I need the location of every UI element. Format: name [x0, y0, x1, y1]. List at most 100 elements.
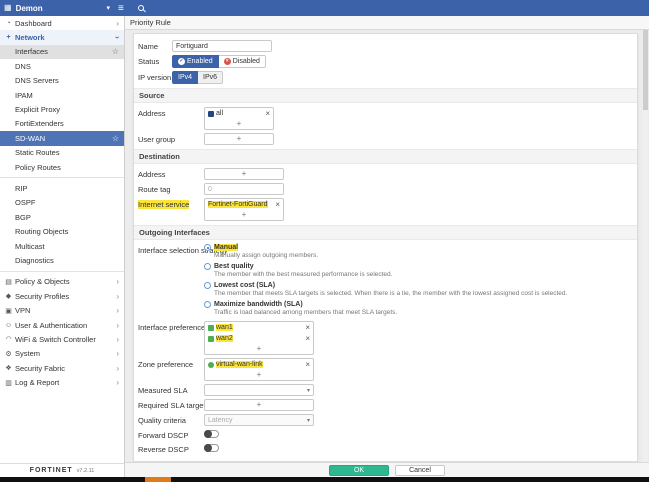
sidebar-item-dns[interactable]: DNS	[0, 59, 124, 73]
ok-button[interactable]: OK	[329, 464, 389, 476]
ipv4-button[interactable]: IPv4	[172, 71, 199, 84]
remove-entry-icon[interactable]: ×	[305, 334, 310, 343]
chevron-right-icon: ›	[116, 320, 119, 330]
destination-address-label: Address	[138, 170, 166, 179]
sidebar-item-routing-objects[interactable]: Routing Objects	[0, 224, 124, 238]
security-fabric-icon: ❖	[5, 365, 12, 373]
required-sla-box: +	[204, 399, 314, 411]
chevron-right-icon: ›	[116, 291, 119, 301]
chevron-down-icon: ▾	[306, 417, 310, 424]
scrollbar[interactable]	[643, 30, 648, 462]
radio-best-quality[interactable]	[204, 263, 211, 270]
internet-service-box: Fortinet-FortiGuard × +	[204, 198, 284, 221]
user-group-box: +	[204, 133, 274, 145]
sidebar-item-diagnostics[interactable]: Diagnostics	[0, 253, 124, 267]
interface-icon	[208, 335, 214, 342]
wifi-icon: ◠	[5, 336, 12, 344]
strategy-maximize-bandwidth: Maximize bandwidth (SLA) Traffic is load…	[204, 301, 567, 317]
ipv6-button[interactable]: IPv6	[198, 71, 224, 84]
favorite-star-icon[interactable]: ☆	[112, 47, 119, 56]
source-address-label: Address	[138, 109, 166, 118]
sidebar-divider	[0, 177, 124, 179]
taskbar-accent	[145, 477, 171, 482]
sidebar-item-ospf[interactable]: OSPF	[0, 196, 124, 210]
chevron-right-icon: ›	[116, 378, 119, 388]
add-source-address-button[interactable]: +	[205, 119, 273, 129]
add-internet-service-button[interactable]: +	[205, 210, 283, 220]
cancel-button[interactable]: Cancel	[395, 464, 445, 476]
scrollbar-thumb[interactable]	[643, 30, 648, 110]
measured-sla-select[interactable]: ▾	[204, 384, 314, 396]
sidebar-item-security-profiles[interactable]: ◆ Security Profiles ›	[0, 289, 124, 303]
quality-criteria-label: Quality criteria	[138, 416, 186, 425]
sidebar-item-vpn[interactable]: ▣ VPN ›	[0, 303, 124, 317]
sidebar-item-static-routes[interactable]: Static Routes	[0, 146, 124, 160]
sidebar-item-network[interactable]: + Network ›	[0, 30, 124, 45]
status-disabled-button[interactable]: × Disabled	[218, 55, 266, 68]
sidebar-item-user-authentication[interactable]: ☺ User & Authentication ›	[0, 318, 124, 332]
address-object-icon	[208, 110, 214, 117]
chevron-right-icon: ›	[116, 277, 119, 287]
remove-entry-icon[interactable]: ×	[265, 109, 270, 118]
sidebar-item-explicit-proxy[interactable]: Explicit Proxy	[0, 102, 124, 116]
interface-icon	[208, 324, 214, 331]
sidebar-item-policy-objects[interactable]: ▤ Policy & Objects ›	[0, 275, 124, 289]
strategy-lowest-cost: Lowest cost (SLA) The member that meets …	[204, 282, 567, 298]
sidebar-item-bgp[interactable]: BGP	[0, 210, 124, 224]
route-tag-input[interactable]	[204, 183, 284, 195]
user-icon: ☺	[4, 321, 13, 329]
remove-entry-icon[interactable]: ×	[305, 360, 310, 369]
sidebar-item-multicast[interactable]: Multicast	[0, 239, 124, 253]
radio-maximize-bandwidth[interactable]	[204, 301, 211, 308]
reverse-dscp-label: Reverse DSCP	[138, 445, 189, 454]
taskbar	[0, 477, 649, 482]
zone-entry[interactable]: virtual-wan-link ×	[205, 359, 313, 370]
sidebar-item-dns-servers[interactable]: DNS Servers	[0, 74, 124, 88]
sidebar-item-fortiextenders[interactable]: FortiExtenders	[0, 117, 124, 131]
sidebar-item-interfaces[interactable]: Interfaces ☆	[0, 44, 124, 60]
remove-entry-icon[interactable]: ×	[275, 200, 280, 209]
remove-entry-icon[interactable]: ×	[305, 323, 310, 332]
chevron-down-icon: ▾	[106, 5, 110, 12]
source-address-box: all × +	[204, 107, 274, 130]
interface-entry-wan2[interactable]: wan2 ×	[205, 333, 313, 344]
ip-version-label: IP version	[138, 73, 172, 82]
strategy-best-quality: Best quality The member with the best me…	[204, 263, 567, 279]
add-zone-button[interactable]: +	[205, 370, 313, 380]
sidebar-item-rip[interactable]: RIP	[0, 181, 124, 195]
chevron-down-icon: ▾	[306, 387, 310, 394]
sidebar-item-security-fabric[interactable]: ❖ Security Fabric ›	[0, 361, 124, 375]
forward-dscp-toggle[interactable]	[204, 430, 219, 438]
name-input[interactable]	[172, 40, 272, 52]
sidebar-item-sd-wan[interactable]: SD-WAN ☆	[0, 131, 124, 146]
quality-criteria-select[interactable]: Latency ▾	[204, 414, 314, 426]
chevron-right-icon: ›	[116, 18, 119, 28]
add-sla-target-button[interactable]: +	[205, 400, 313, 410]
sidebar-item-ipam[interactable]: IPAM	[0, 88, 124, 102]
sidebar-item-log-report[interactable]: ▥ Log & Report ›	[0, 375, 124, 389]
measured-sla-label: Measured SLA	[138, 386, 188, 395]
search-icon[interactable]	[137, 5, 144, 11]
radio-lowest-cost[interactable]	[204, 282, 211, 289]
status-enabled-button[interactable]: ✓ Enabled	[172, 55, 219, 68]
add-destination-address-button[interactable]: +	[205, 169, 283, 179]
sidebar-item-dashboard[interactable]: ◔ Dashboard ›	[0, 16, 124, 30]
strategy-manual: Manual Manually assign outgoing members.	[204, 244, 567, 260]
vdom-selector[interactable]: ▦ Demon ▾	[0, 4, 110, 13]
dashboard-icon: ◔	[6, 19, 11, 27]
add-user-group-button[interactable]: +	[205, 134, 273, 144]
chevron-expanded-icon: ›	[113, 36, 123, 39]
interface-entry-wan1[interactable]: wan1 ×	[205, 322, 313, 333]
sidebar-item-system[interactable]: ⚙ System ›	[0, 347, 124, 361]
favorite-star-icon[interactable]: ☆	[112, 134, 119, 143]
reverse-dscp-toggle[interactable]	[204, 444, 219, 452]
internet-service-entry[interactable]: Fortinet-FortiGuard ×	[205, 199, 283, 210]
source-address-entry[interactable]: all ×	[205, 108, 273, 119]
add-interface-button[interactable]: +	[205, 344, 313, 354]
sidebar-item-wifi-switch[interactable]: ◠ WiFi & Switch Controller ›	[0, 332, 124, 346]
interface-preference-label: Interface preference	[138, 323, 206, 332]
sidebar-item-policy-routes[interactable]: Policy Routes	[0, 160, 124, 174]
menu-toggle-icon[interactable]: ≡	[118, 3, 124, 14]
name-label: Name	[138, 42, 159, 51]
radio-manual[interactable]	[204, 244, 211, 251]
